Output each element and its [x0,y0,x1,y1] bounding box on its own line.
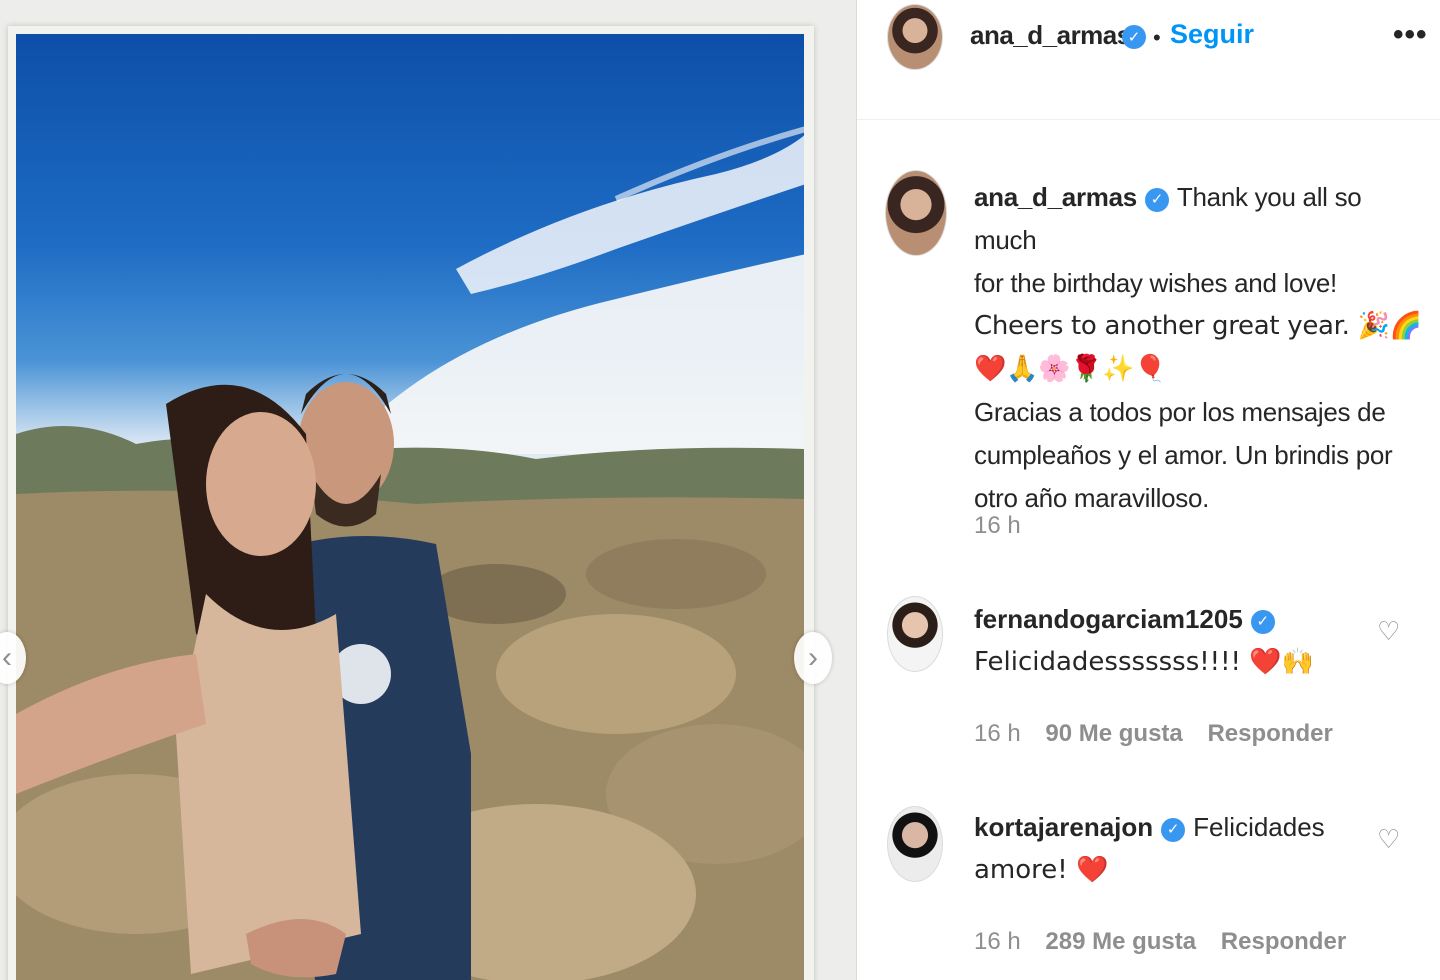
reply-button[interactable]: Responder [1221,928,1346,955]
comment: fernandogarciam1205 ✓ Felicidadesssssss!!… [974,598,1374,684]
comment-timestamp[interactable]: 16 h [974,928,1021,955]
post-author-username[interactable]: ana_d_armas [970,20,1131,51]
caption-line: cumpleaños y el amor. Un brindis por [974,440,1393,470]
more-options-icon[interactable]: ••• [1393,18,1428,52]
verified-badge-icon: ✓ [1250,610,1275,634]
comment-author-username[interactable]: kortajarenajon [974,812,1153,842]
reply-button[interactable]: Responder [1207,720,1332,747]
comment-likes-count[interactable]: 90 Me gusta [1045,720,1182,747]
caption-line: Cheers to another great year. 🎉🌈 [974,311,1422,341]
caption-author-username[interactable]: ana_d_armas [974,182,1137,212]
photo-illustration [16,126,804,980]
caption-line: for the birthday wishes and love! [974,268,1337,298]
avatar[interactable] [887,596,943,672]
comment: kortajarenajon ✓ Felicidades amore! ❤️ [974,806,1374,892]
follow-button[interactable]: Seguir [1170,19,1254,50]
avatar[interactable] [887,4,943,70]
caption-line: otro año maravilloso. [974,483,1210,513]
comment-likes-count[interactable]: 289 Me gusta [1045,928,1196,955]
comment-meta: 16 h 90 Me gusta Responder [974,720,1333,748]
post-side-panel: ana_d_armas ✓ • Seguir ••• ana_d_armas ✓ T… [856,0,1440,980]
post-image-frame [8,26,814,980]
heart-outline-icon[interactable]: ♡ [1377,616,1400,647]
separator-dot: • [1153,25,1161,50]
post-photo[interactable] [16,34,804,980]
comment-meta: 16 h 289 Me gusta Responder [974,928,1346,956]
verified-badge-icon: ✓ [1122,25,1146,49]
caption-emoji-line: ❤️🙏🌸🌹✨🎈 [974,354,1167,384]
verified-badge-icon: ✓ [1144,188,1169,212]
caption-block: ana_d_armas ✓ Thank you all so much for th… [974,176,1424,520]
media-pane: ‹ › [0,0,856,980]
caption-timestamp[interactable]: 16 h [974,512,1021,540]
caption-line: Gracias a todos por los mensajes de [974,397,1386,427]
chevron-right-icon[interactable]: › [794,632,832,684]
heart-outline-icon[interactable]: ♡ [1377,824,1400,855]
comment-author-username[interactable]: fernandogarciam1205 [974,604,1243,634]
avatar[interactable] [887,806,943,882]
comment-text: amore! ❤️ [974,855,1109,885]
post-header: ana_d_armas ✓ • Seguir ••• [857,0,1440,120]
avatar[interactable] [885,170,947,256]
comment-timestamp[interactable]: 16 h [974,720,1021,747]
comment-text: Felicidadesssssss!!!! ❤️🙌 [974,647,1314,677]
comment-text: Felicidades [1193,812,1325,842]
verified-badge-icon: ✓ [1161,818,1186,842]
